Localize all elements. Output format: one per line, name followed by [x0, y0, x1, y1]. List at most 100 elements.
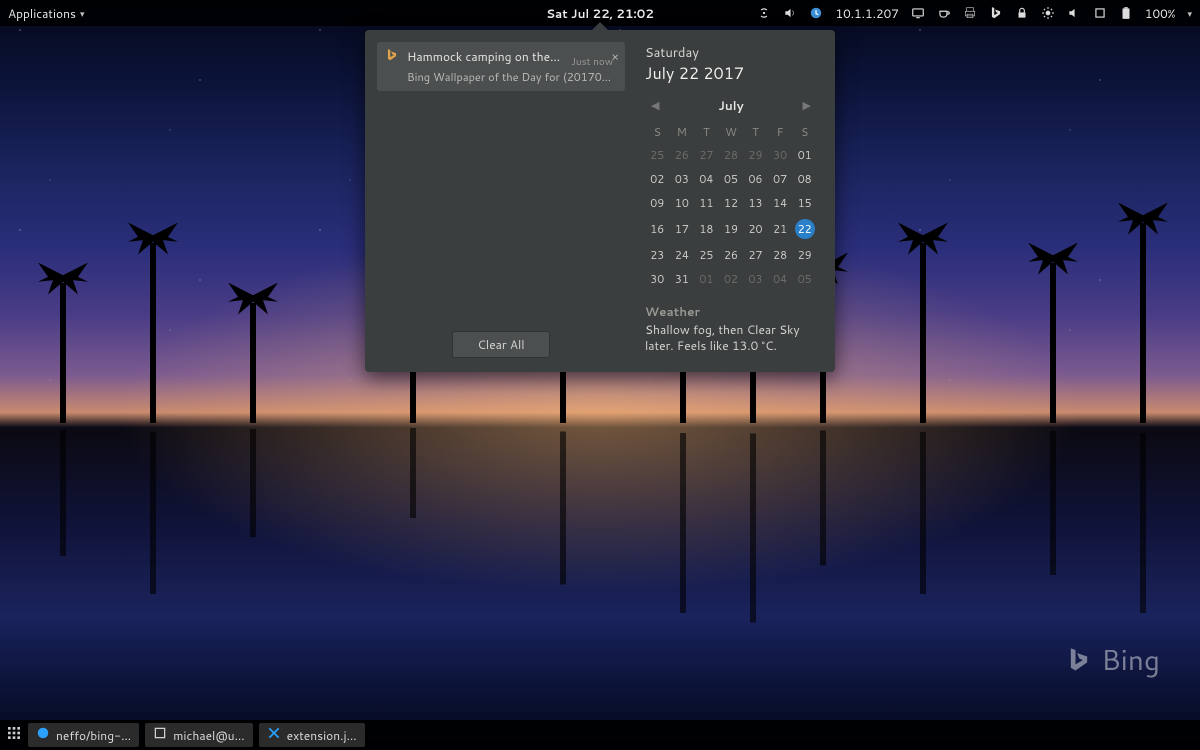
weather-text: Shallow fog, then Clear Sky later. Feels…	[645, 322, 817, 354]
taskbar-item[interactable]: michael@u…	[145, 723, 252, 747]
calendar-day[interactable]: 24	[670, 243, 695, 267]
notifications-pane: Hammock camping on the Econloc… Just now…	[371, 36, 631, 366]
notification-title: Hammock camping on the Econloc…	[407, 48, 562, 65]
calendar-day[interactable]: 07	[768, 167, 793, 191]
bing-icon	[385, 48, 399, 66]
sync-icon[interactable]	[757, 6, 771, 20]
calendar-day[interactable]: 26	[719, 243, 744, 267]
volume-icon[interactable]	[783, 6, 797, 20]
calendar-popover: Hammock camping on the Econloc… Just now…	[365, 30, 835, 372]
printer-icon[interactable]	[963, 6, 977, 20]
calendar-day[interactable]: 04	[768, 267, 793, 291]
calendar-day[interactable]: 20	[743, 215, 768, 243]
display-icon[interactable]	[911, 6, 925, 20]
calendar-day[interactable]: 09	[645, 191, 670, 215]
calendar-day[interactable]: 16	[645, 215, 670, 243]
calendar-day[interactable]: 21	[768, 215, 793, 243]
app-icon	[153, 726, 167, 744]
wallpaper-tree	[250, 303, 256, 423]
calendar-day[interactable]: 30	[645, 267, 670, 291]
lock-icon[interactable]	[1015, 6, 1029, 20]
calendar-day[interactable]: 13	[743, 191, 768, 215]
system-menu-caret-icon: ▾	[1187, 7, 1192, 20]
notification-timestamp: Just now	[571, 55, 613, 69]
calendar-day[interactable]: 17	[670, 215, 695, 243]
ip-address[interactable]: 10.1.1.207	[835, 5, 898, 22]
close-icon[interactable]: ×	[611, 48, 619, 65]
calendar-dow: F	[768, 121, 793, 143]
show-apps-button[interactable]	[6, 725, 22, 745]
wallpaper-tree	[150, 243, 156, 423]
calendar-day[interactable]: 11	[694, 191, 719, 215]
calendar-day[interactable]: 25	[645, 143, 670, 167]
calendar-dow: T	[694, 121, 719, 143]
calendar-day[interactable]: 23	[645, 243, 670, 267]
calendar-grid: SMTWTFS 25262728293001020304050607080910…	[645, 121, 817, 291]
calendar-day[interactable]: 26	[670, 143, 695, 167]
calendar-day[interactable]: 05	[792, 267, 817, 291]
calendar-day[interactable]: 03	[743, 267, 768, 291]
calendar-day[interactable]: 05	[719, 167, 744, 191]
calendar-day[interactable]: 10	[670, 191, 695, 215]
weather-heading: Weather	[645, 303, 817, 320]
calendar-day[interactable]: 29	[792, 243, 817, 267]
app-icon	[267, 726, 281, 744]
calendar-pane: Saturday July 22 2017 ◀ July ▶ SMTWTFS 2…	[631, 36, 829, 366]
calendar-day[interactable]: 19	[719, 215, 744, 243]
calendar-day[interactable]: 25	[694, 243, 719, 267]
calendar-day[interactable]: 01	[694, 267, 719, 291]
battery-icon[interactable]	[1119, 6, 1133, 20]
next-month-button[interactable]: ▶	[799, 95, 815, 115]
calendar-day[interactable]: 14	[768, 191, 793, 215]
wallpaper-tree	[60, 283, 66, 423]
calendar-day[interactable]: 12	[719, 191, 744, 215]
calendar-dow: S	[792, 121, 817, 143]
calendar-day[interactable]: 03	[670, 167, 695, 191]
taskbar: neffo/bing-… michael@u… extension.j…	[0, 720, 1200, 750]
taskbar-item[interactable]: neffo/bing-…	[28, 723, 139, 747]
taskbar-item[interactable]: extension.j…	[259, 723, 365, 747]
calendar-day[interactable]: 22	[792, 215, 817, 243]
update-icon[interactable]	[809, 6, 823, 20]
calendar-day[interactable]: 27	[694, 143, 719, 167]
taskbar-item-label: michael@u…	[173, 727, 244, 744]
calendar-day[interactable]: 29	[743, 143, 768, 167]
clock[interactable]: Sat Jul 22, 21:02	[546, 5, 654, 22]
calendar-dow: W	[719, 121, 744, 143]
wallpaper-tree	[1140, 223, 1146, 423]
date-dayofweek: Saturday	[645, 44, 817, 62]
wallpaper-tree	[920, 243, 926, 423]
bing-watermark-text: Bing	[1101, 640, 1160, 680]
calendar-dow: T	[743, 121, 768, 143]
calendar-day[interactable]: 27	[743, 243, 768, 267]
applications-menu[interactable]: Applications	[8, 5, 76, 22]
calendar-dow: S	[645, 121, 670, 143]
calendar-day[interactable]: 06	[743, 167, 768, 191]
notification-subtitle: Bing Wallpaper of the Day for (201707211…	[407, 69, 617, 85]
battery-percent[interactable]: 100%	[1145, 5, 1176, 22]
calendar-day[interactable]: 02	[719, 267, 744, 291]
prev-month-button[interactable]: ◀	[647, 95, 663, 115]
window-icon[interactable]	[1093, 6, 1107, 20]
brightness-icon[interactable]	[1041, 6, 1055, 20]
calendar-day[interactable]: 31	[670, 267, 695, 291]
bing-watermark: Bing	[1065, 640, 1160, 680]
calendar-day[interactable]: 15	[792, 191, 817, 215]
bing-tray-icon[interactable]	[989, 6, 1003, 20]
taskbar-item-label: neffo/bing-…	[56, 727, 131, 744]
volume-icon-2[interactable]	[1067, 6, 1081, 20]
calendar-day[interactable]: 04	[694, 167, 719, 191]
clear-all-button[interactable]: Clear All	[452, 331, 549, 358]
notification[interactable]: Hammock camping on the Econloc… Just now…	[377, 42, 625, 91]
calendar-day[interactable]: 01	[792, 143, 817, 167]
calendar-day[interactable]: 18	[694, 215, 719, 243]
calendar-dow: M	[670, 121, 695, 143]
calendar-day[interactable]: 08	[792, 167, 817, 191]
coffee-icon[interactable]	[937, 6, 951, 20]
wallpaper-tree	[1050, 263, 1056, 423]
app-icon	[36, 726, 50, 744]
calendar-day[interactable]: 28	[768, 243, 793, 267]
calendar-day[interactable]: 30	[768, 143, 793, 167]
calendar-day[interactable]: 28	[719, 143, 744, 167]
calendar-day[interactable]: 02	[645, 167, 670, 191]
